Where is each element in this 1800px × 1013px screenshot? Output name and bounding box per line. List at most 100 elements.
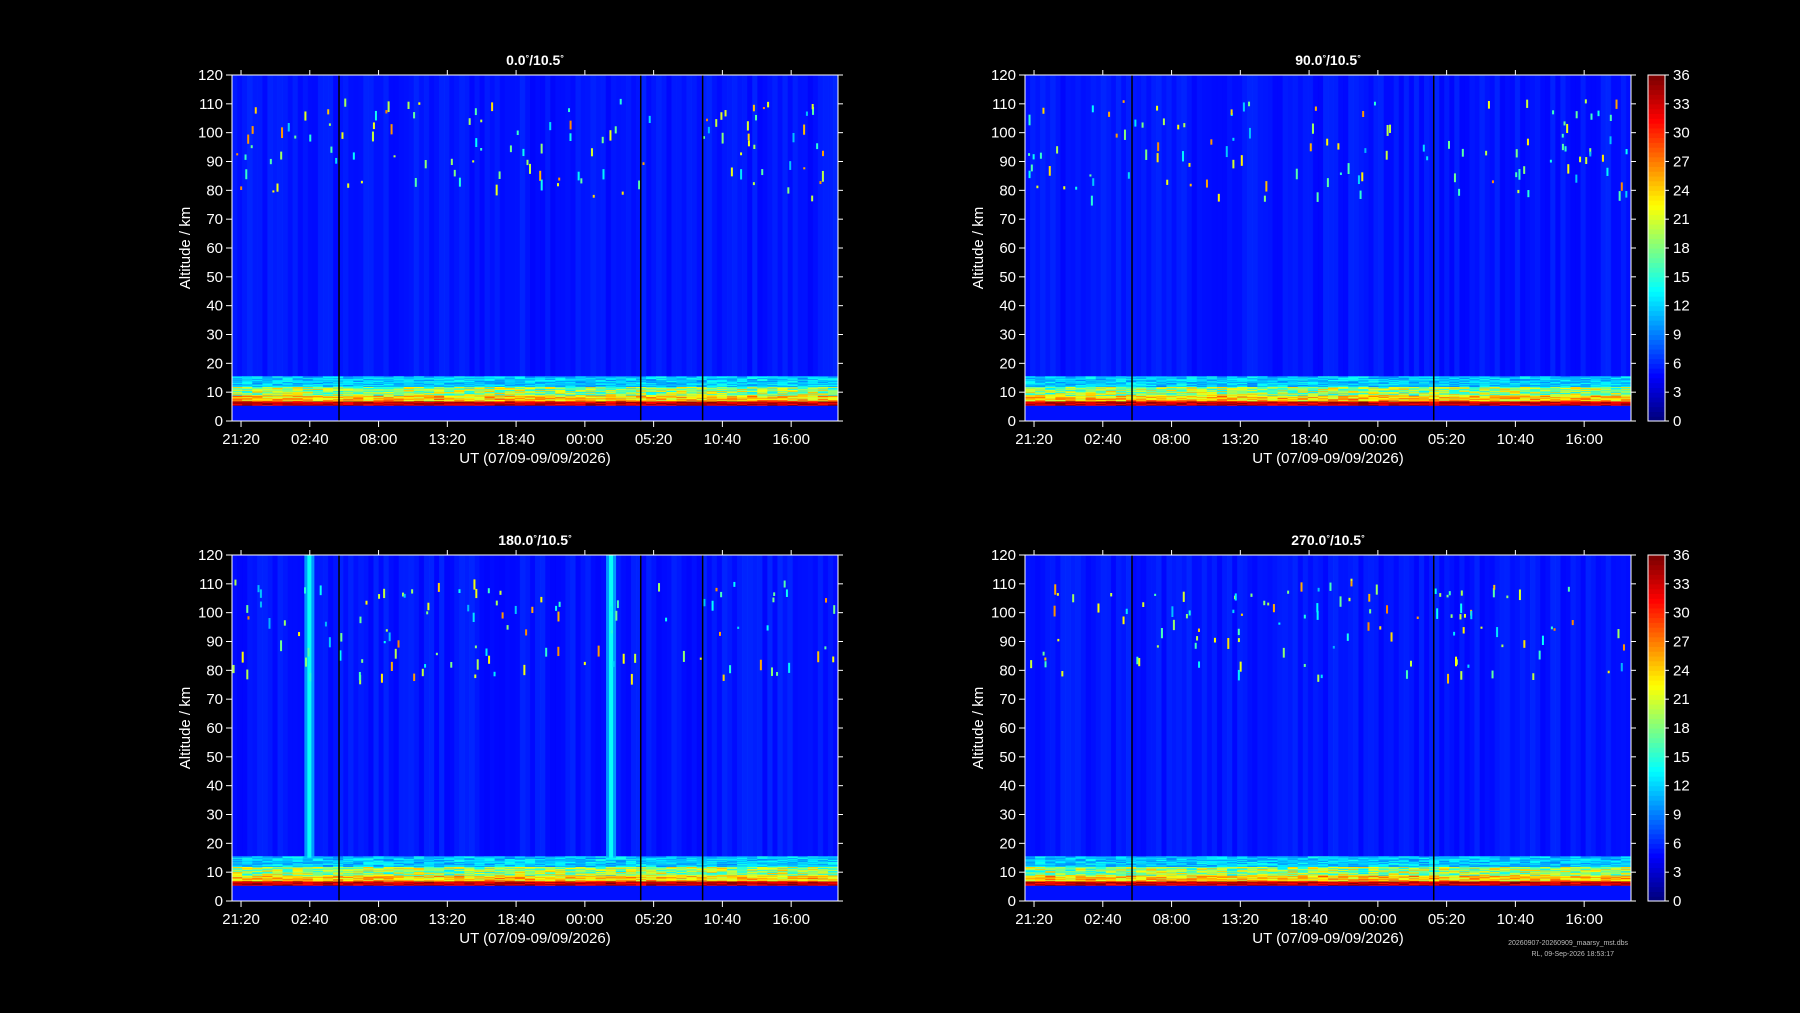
echo-speck <box>309 672 312 682</box>
echo-speck <box>341 132 344 139</box>
colorbar-tick-label: 21 <box>1673 211 1690 228</box>
echo-speck <box>747 133 750 141</box>
echo-speck <box>393 155 396 158</box>
echo-speck <box>1056 593 1059 596</box>
echo-speck <box>1278 622 1281 625</box>
echo-speck <box>472 612 475 622</box>
echo-speck <box>1518 169 1521 180</box>
echo-speck <box>525 629 528 636</box>
echo-speck <box>281 127 284 139</box>
echo-speck <box>767 101 770 108</box>
echo-speck <box>638 180 641 190</box>
echo-speck <box>610 606 613 612</box>
y-tick-label: 20 <box>999 355 1016 372</box>
x-tick-label: 10:40 <box>1497 431 1535 448</box>
echo-speck <box>720 591 723 598</box>
echo-speck <box>1405 670 1408 679</box>
echo-speck <box>421 668 424 677</box>
colorbar-tick-label: 9 <box>1673 327 1681 344</box>
echo-speck <box>1622 644 1625 651</box>
y-tick-label: 100 <box>991 125 1016 142</box>
x-tick-label: 16:00 <box>772 911 810 928</box>
echo-speck <box>1265 181 1268 192</box>
echo-speck <box>1526 99 1529 108</box>
y-tick-label: 30 <box>999 807 1016 824</box>
echo-speck <box>250 145 253 149</box>
echo-speck <box>540 143 543 154</box>
echo-speck <box>658 583 661 592</box>
echo-speck <box>1491 670 1494 679</box>
heatmap-area <box>232 75 838 421</box>
echo-speck <box>327 109 330 115</box>
echo-speck <box>1248 101 1251 107</box>
echo-speck <box>485 648 488 656</box>
echo-speck <box>746 121 749 131</box>
y-tick-label: 90 <box>999 154 1016 171</box>
echo-speck <box>1541 635 1544 646</box>
colorbar-tick-label: 15 <box>1673 269 1690 286</box>
echo-speck <box>1097 603 1100 613</box>
echo-speck <box>1320 674 1323 679</box>
echo-speck <box>474 674 477 679</box>
colorbar-tick-label: 33 <box>1673 576 1690 593</box>
echo-speck <box>707 126 710 134</box>
echo-speck <box>601 136 604 144</box>
echo-speck <box>283 620 286 626</box>
y-tick-label: 0 <box>1008 893 1016 910</box>
y-tick-label: 80 <box>206 182 223 199</box>
x-tick-label: 21:20 <box>222 431 260 448</box>
echo-speck <box>1089 174 1092 177</box>
echo-speck <box>1359 190 1362 199</box>
echo-speck <box>1567 586 1570 592</box>
y-tick-label: 30 <box>999 327 1016 344</box>
echo-speck <box>1267 602 1270 606</box>
footer-filename: 20260907-20260909_maarsy_mst.dbs <box>1508 940 1628 947</box>
echo-speck <box>1385 150 1388 160</box>
echo-speck <box>340 633 343 642</box>
echo-speck <box>1230 109 1233 115</box>
y-tick-label: 110 <box>199 96 223 113</box>
x-axis-label: UT (07/09-09/09/2026) <box>1252 930 1404 947</box>
echo-speck <box>1295 168 1298 180</box>
echo-speck <box>1234 593 1237 601</box>
echo-speck <box>1188 162 1191 167</box>
echo-speck <box>254 107 257 114</box>
echo-speck <box>247 134 250 144</box>
echo-speck <box>475 588 478 599</box>
echo-speck <box>1314 106 1317 111</box>
echo-speck <box>1601 154 1604 162</box>
echo-speck <box>1039 152 1042 159</box>
echo-speck <box>1337 143 1340 150</box>
echo-speck <box>1115 133 1118 138</box>
echo-speck <box>540 179 543 191</box>
echo-speck <box>495 184 498 196</box>
echo-speck <box>1579 156 1582 163</box>
echo-speck <box>397 640 400 648</box>
echo-speck <box>374 110 377 121</box>
echo-speck <box>1496 627 1499 638</box>
echo-speck <box>1620 662 1623 672</box>
echo-speck <box>1332 645 1335 649</box>
echo-speck <box>1326 138 1329 146</box>
echo-speck <box>390 124 393 135</box>
echo-speck <box>272 190 275 193</box>
echo-speck <box>506 625 509 630</box>
colorbar-tick-label: 36 <box>1673 67 1690 84</box>
echo-speck <box>805 111 808 116</box>
echo-speck <box>1515 172 1518 178</box>
echo-speck <box>1625 191 1628 198</box>
echo-speck <box>772 597 775 603</box>
echo-speck <box>472 160 475 163</box>
echo-speck <box>1523 640 1526 648</box>
echo-speck <box>1227 638 1230 649</box>
echo-speck <box>498 171 501 179</box>
panel-title: 0.0°/10.5° <box>506 52 564 68</box>
echo-speck <box>467 604 470 612</box>
echo-speck <box>247 616 250 620</box>
echo-speck <box>1518 589 1521 601</box>
echo-speck <box>1617 629 1620 639</box>
echo-speck <box>1566 123 1569 134</box>
colorbar-tick-label: 21 <box>1673 691 1690 708</box>
echo-speck <box>1538 650 1541 660</box>
echo-speck <box>1379 626 1382 630</box>
